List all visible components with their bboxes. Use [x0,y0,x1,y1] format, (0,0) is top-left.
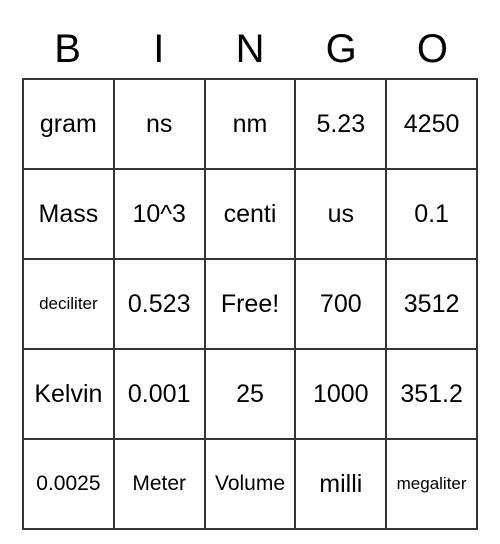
bingo-cell[interactable]: 700 [295,259,386,349]
header-i: I [113,20,204,78]
bingo-cell[interactable]: 0.1 [386,169,477,259]
bingo-cell[interactable]: nm [205,79,296,169]
bingo-cell[interactable]: Free! [205,259,296,349]
bingo-cell[interactable]: Mass [23,169,114,259]
bingo-cell[interactable]: deciliter [23,259,114,349]
bingo-cell[interactable]: 5.23 [295,79,386,169]
bingo-cell[interactable]: 351.2 [386,349,477,439]
bingo-cell[interactable]: 0.523 [114,259,205,349]
bingo-cell[interactable]: 0.001 [114,349,205,439]
bingo-cell[interactable]: Kelvin [23,349,114,439]
bingo-cell[interactable]: 10^3 [114,169,205,259]
bingo-card: B I N G O gramnsnm5.234250 Mass10^3centiu… [22,20,478,530]
header-g: G [296,20,387,78]
bingo-cell[interactable]: 0.0025 [23,439,114,529]
bingo-cell[interactable]: gram [23,79,114,169]
bingo-cell[interactable]: Meter [114,439,205,529]
bingo-cell[interactable]: us [295,169,386,259]
bingo-cell[interactable]: megaliter [386,439,477,529]
header-n: N [204,20,295,78]
bingo-cell[interactable]: 25 [205,349,296,439]
bingo-cell[interactable]: 1000 [295,349,386,439]
bingo-grid: gramnsnm5.234250 Mass10^3centius0.1 decili… [22,78,478,530]
bingo-header-row: B I N G O [22,20,478,78]
header-b: B [22,20,113,78]
bingo-cell[interactable]: centi [205,169,296,259]
bingo-cell[interactable]: Volume [205,439,296,529]
bingo-cell[interactable]: milli [295,439,386,529]
bingo-cell[interactable]: ns [114,79,205,169]
header-o: O [387,20,478,78]
bingo-cell[interactable]: 3512 [386,259,477,349]
bingo-cell[interactable]: 4250 [386,79,477,169]
